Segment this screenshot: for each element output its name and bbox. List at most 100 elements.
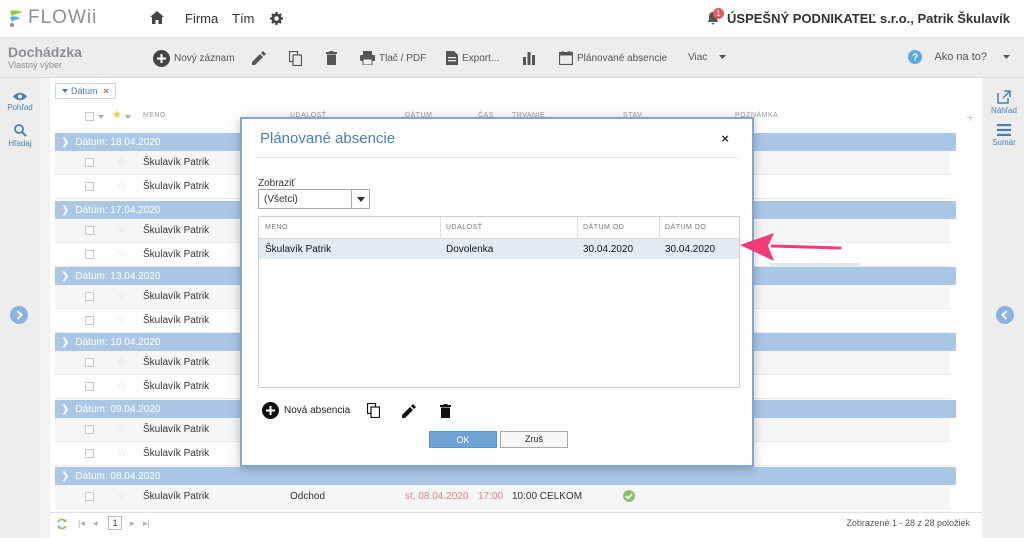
star-icon[interactable]: ☆ <box>117 491 127 502</box>
new-record-button[interactable]: Nový záznam <box>153 50 235 67</box>
chevron-right-icon: ❯ <box>61 336 70 348</box>
select-all-checkbox[interactable] <box>85 112 94 121</box>
flowii-logo-icon <box>10 10 22 27</box>
nav-tim[interactable]: Tím <box>232 11 254 26</box>
row-checkbox[interactable] <box>85 492 94 501</box>
search-icon <box>13 124 27 137</box>
caret-down-icon[interactable] <box>125 115 131 119</box>
star-icon[interactable]: ☆ <box>117 381 127 392</box>
module-subtitle[interactable]: Vlastný výber <box>8 60 62 70</box>
eye-icon <box>13 92 27 101</box>
row-checkbox[interactable] <box>85 425 94 434</box>
close-icon[interactable]: × <box>721 131 729 146</box>
time-cell: 17:00 <box>478 491 504 502</box>
column-date-from[interactable]: DÁTUM OD <box>583 224 624 231</box>
divider <box>257 157 738 158</box>
event-cell: Dovolenka <box>446 244 494 255</box>
row-checkbox[interactable] <box>85 449 94 458</box>
trash-icon[interactable] <box>326 51 337 65</box>
preview-button[interactable]: Náhľad <box>984 90 1024 115</box>
copy-icon[interactable] <box>367 403 380 418</box>
row-checkbox[interactable] <box>85 250 94 259</box>
star-icon[interactable]: ☆ <box>117 315 127 326</box>
caret-down-icon[interactable] <box>351 190 369 208</box>
nav-firma[interactable]: Firma <box>185 11 218 26</box>
row-checkbox[interactable] <box>85 292 94 301</box>
star-icon[interactable]: ☆ <box>117 357 127 368</box>
copy-icon[interactable] <box>289 51 302 66</box>
svg-text:?: ? <box>912 53 918 64</box>
print-pdf-button[interactable]: Tlač / PDF <box>360 51 426 65</box>
dialog-title: Plánované absencie <box>260 130 396 147</box>
star-icon[interactable]: ☆ <box>117 157 127 168</box>
toolbar: Dochádzka Vlastný výber Nový záznam Tlač… <box>0 38 1024 78</box>
star-icon[interactable]: ☆ <box>117 424 127 435</box>
chevron-right-icon: ❯ <box>61 403 70 415</box>
chevron-right-icon: ❯ <box>61 136 70 148</box>
group-row[interactable]: ❯ Dátum: 08.04.2020 <box>55 467 956 485</box>
caret-down-icon <box>719 55 727 59</box>
expand-right-button[interactable] <box>996 306 1014 324</box>
star-icon[interactable]: ☆ <box>117 181 127 192</box>
show-select[interactable]: (Všetci) <box>258 189 370 209</box>
calendar-icon <box>559 51 573 65</box>
logo[interactable]: FLOWii <box>8 7 97 29</box>
first-page-icon[interactable]: |◂ <box>78 518 85 529</box>
table-row[interactable]: ☆ Škulavík Patrik Odchod st, 08.04.2020 … <box>55 485 950 509</box>
chevron-right-icon: ❯ <box>61 204 70 216</box>
row-checkbox[interactable] <box>85 382 94 391</box>
table-row[interactable]: Škulavík Patrik Dovolenka 30.04.2020 30.… <box>259 239 739 259</box>
top-bar: FLOWii Firma Tím 1 ÚSPEŠNÝ PODNIKATEĽ s.… <box>0 0 1024 38</box>
last-page-icon[interactable]: ▸| <box>143 518 150 529</box>
expand-left-button[interactable] <box>10 306 28 324</box>
home-icon[interactable] <box>150 11 164 24</box>
chevron-right-icon: ❯ <box>61 470 70 482</box>
star-icon[interactable]: ☆ <box>117 448 127 459</box>
star-icon[interactable]: ☆ <box>117 291 127 302</box>
row-checkbox[interactable] <box>85 316 94 325</box>
star-icon[interactable]: ★ <box>112 110 122 121</box>
more-dropdown[interactable]: Viac <box>688 52 727 63</box>
row-checkbox[interactable] <box>85 182 94 191</box>
summary-button[interactable]: Sumár <box>984 124 1024 147</box>
edit-icon[interactable] <box>402 404 416 418</box>
page-number[interactable]: 1 <box>108 516 122 530</box>
planned-absences-button[interactable]: Plánované absencie <box>559 51 667 65</box>
star-icon[interactable]: ☆ <box>117 225 127 236</box>
column-event[interactable]: UDALOSŤ <box>446 224 483 231</box>
company-user[interactable]: 1 ÚSPEŠNÝ PODNIKATEĽ s.r.o., Patrik Škul… <box>707 8 1010 26</box>
refresh-icon[interactable] <box>56 518 68 530</box>
view-button[interactable]: Pohľad <box>0 92 40 112</box>
export-button[interactable]: Export... <box>446 51 499 65</box>
ok-button[interactable]: OK <box>429 431 497 448</box>
caret-down-icon[interactable] <box>98 115 104 119</box>
prev-page-icon[interactable]: ◂ <box>93 518 98 529</box>
gear-icon[interactable] <box>270 12 283 25</box>
column-date-to[interactable]: DÁTUM DO <box>665 224 706 231</box>
new-absence-button[interactable]: Nová absencia <box>262 402 350 419</box>
bell-icon[interactable]: 1 <box>707 8 725 25</box>
caret-down-icon <box>1003 54 1010 59</box>
edit-icon[interactable] <box>252 51 266 65</box>
row-checkbox[interactable] <box>85 158 94 167</box>
star-icon[interactable]: ☆ <box>117 249 127 260</box>
cancel-button[interactable]: Zruš <box>500 431 568 448</box>
logo-text: FLOWii <box>28 7 98 28</box>
chevron-left-icon <box>1001 310 1008 320</box>
caret-down-icon <box>62 89 68 93</box>
filter-chip-datum[interactable]: Dátum × <box>55 83 116 99</box>
row-checkbox[interactable] <box>85 358 94 367</box>
add-column-icon[interactable]: + <box>966 109 974 125</box>
printer-icon <box>360 51 375 65</box>
chart-icon[interactable] <box>522 52 536 65</box>
column-name[interactable]: MENO <box>143 112 166 119</box>
remove-filter-icon[interactable]: × <box>104 86 109 96</box>
search-button[interactable]: Hľadaj <box>0 124 40 148</box>
list-icon <box>997 124 1011 136</box>
next-page-icon[interactable]: ▸ <box>130 518 135 529</box>
plus-circle-icon <box>153 50 170 67</box>
help-button[interactable]: ? Ako na to? <box>908 50 1010 64</box>
row-checkbox[interactable] <box>85 226 94 235</box>
column-name[interactable]: MENO <box>265 224 288 231</box>
trash-icon[interactable] <box>440 404 451 418</box>
